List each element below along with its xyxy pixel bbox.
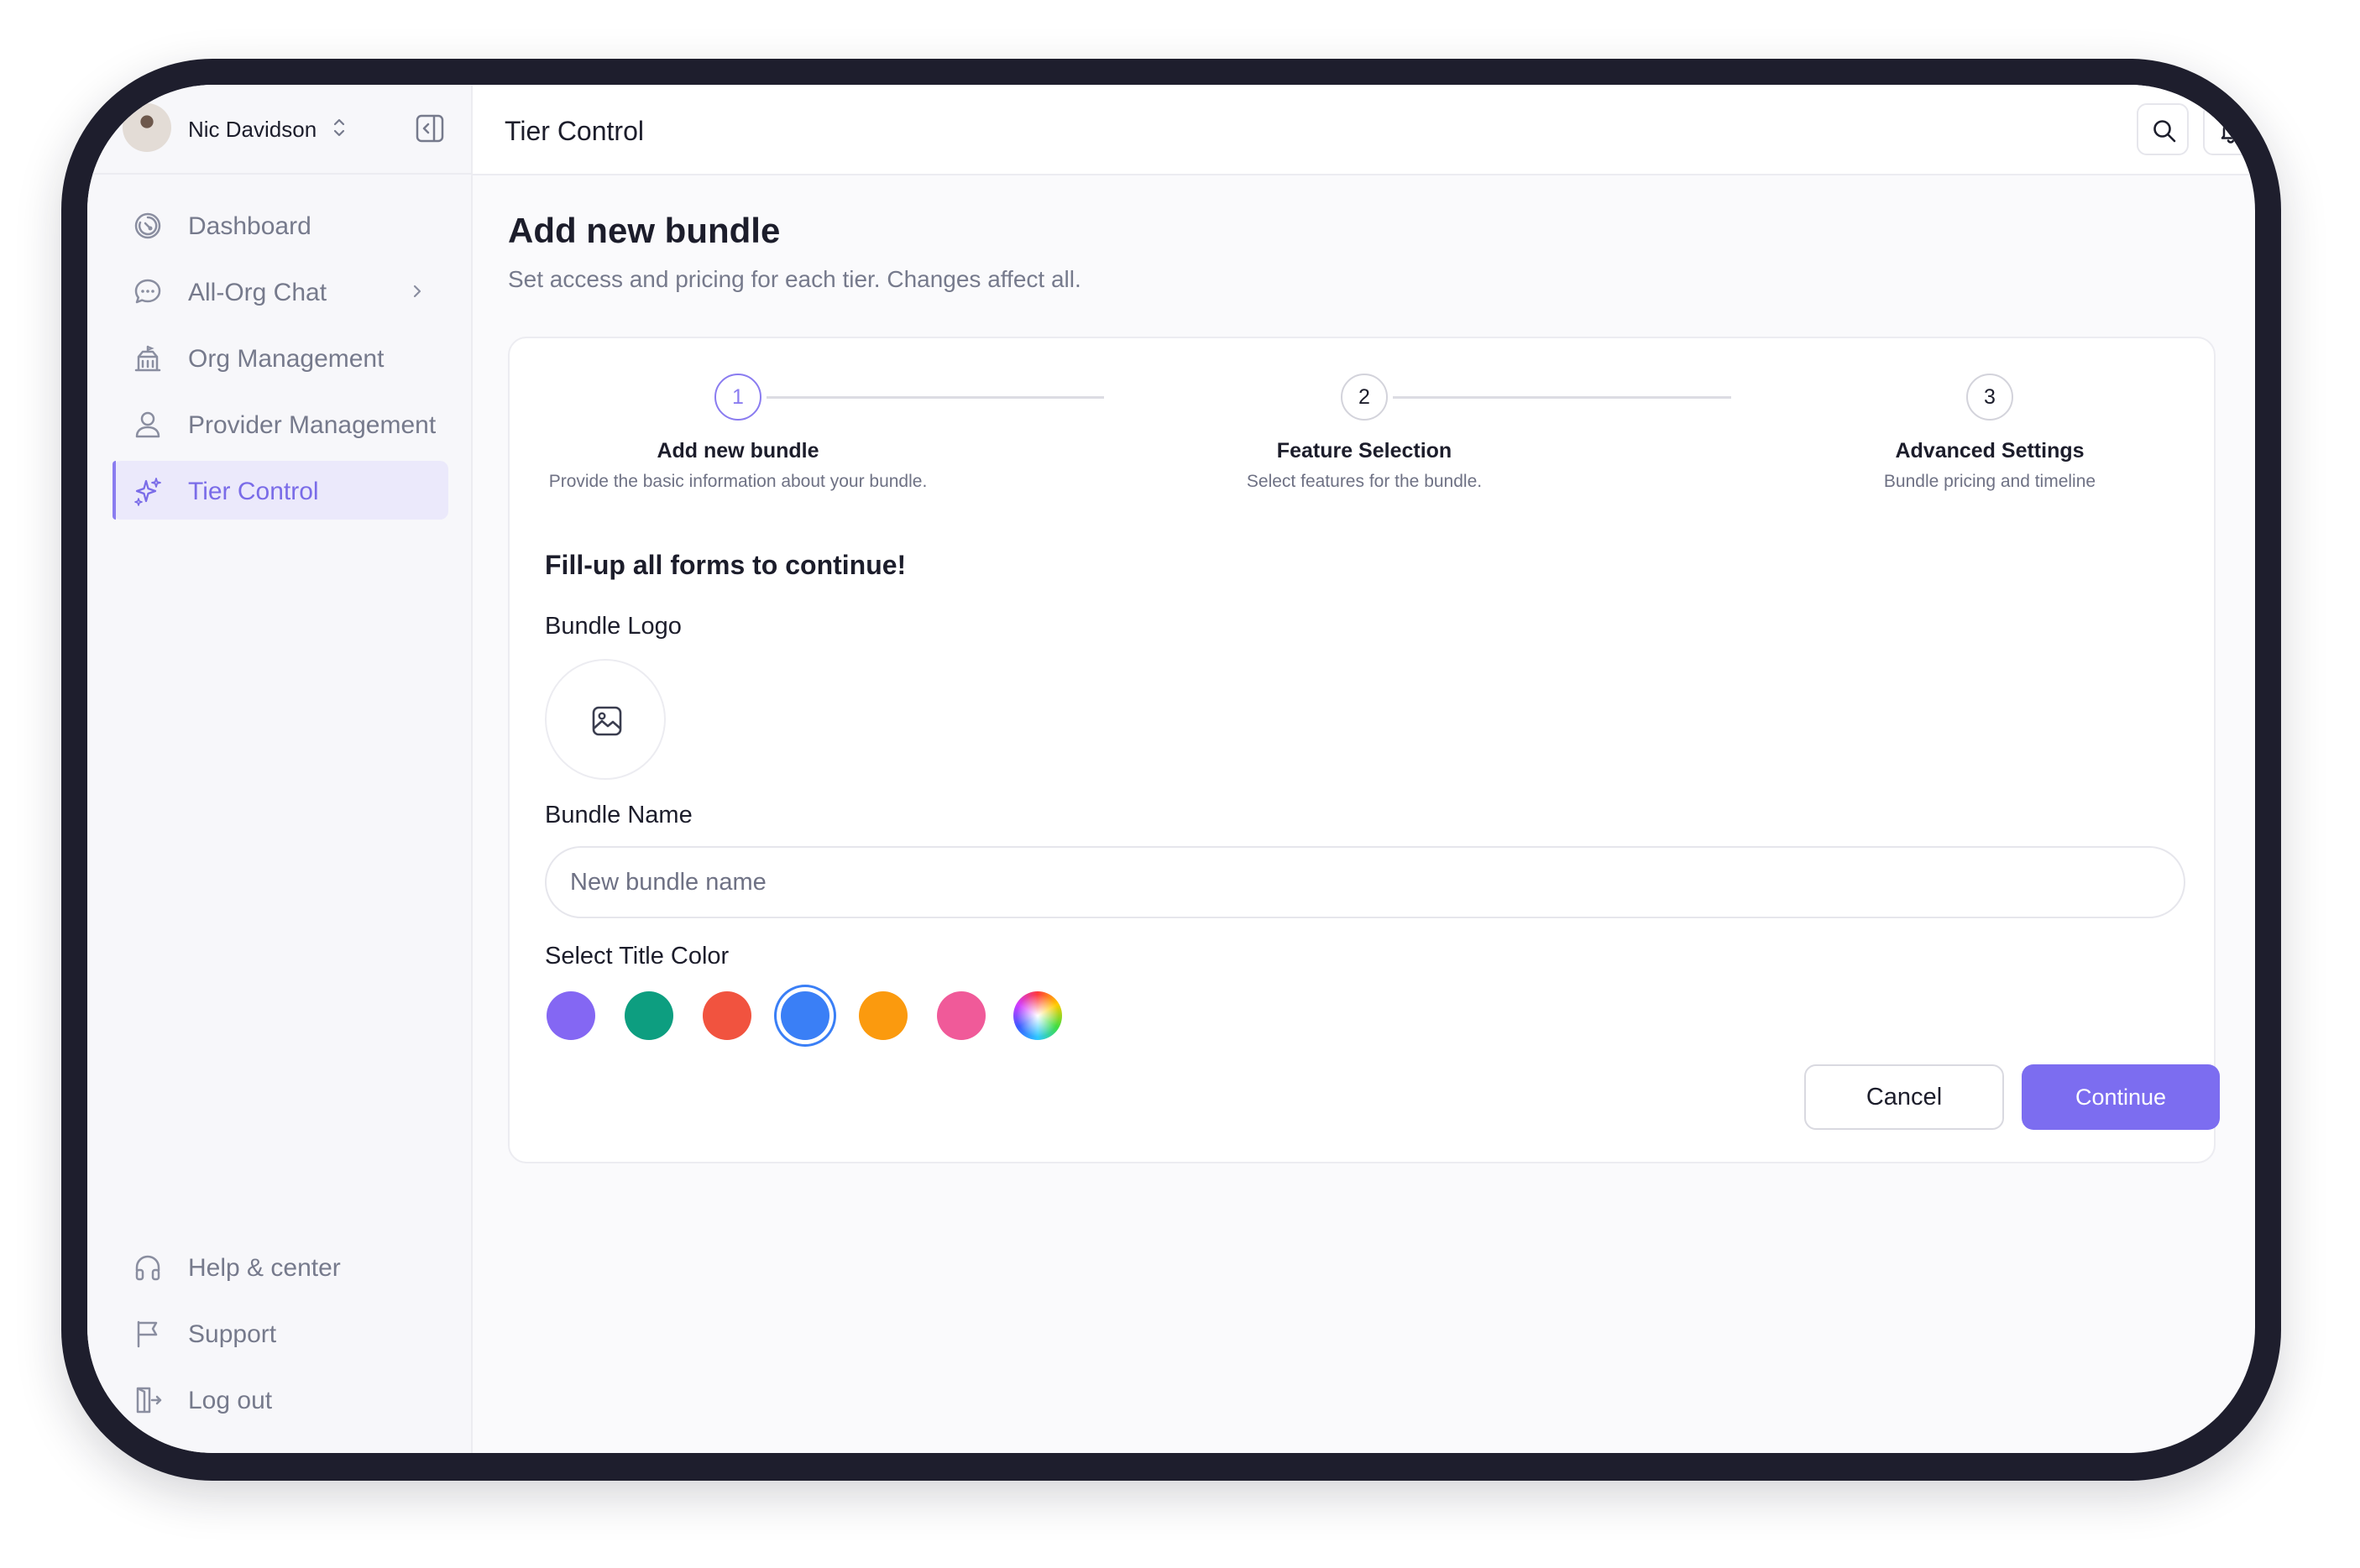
- color-picker-rainbow[interactable]: [1013, 991, 1062, 1040]
- step-1-indicator[interactable]: 1: [714, 374, 761, 421]
- building-icon: [133, 343, 163, 374]
- chevron-right-icon[interactable]: [411, 281, 423, 306]
- sidebar-nav: Dashboard All-Org Chat Org Management Pr…: [113, 196, 448, 527]
- continue-button[interactable]: Continue: [2022, 1064, 2220, 1130]
- step-1-text: Add new bundle Provide the basic informa…: [486, 439, 990, 492]
- search-icon: [2153, 120, 2176, 143]
- sidebar-item-label: Help & center: [188, 1254, 341, 1282]
- chevron-updown-icon[interactable]: [331, 115, 348, 144]
- content-title: Add new bundle: [508, 211, 781, 250]
- sidebar-item-label: Log out: [188, 1387, 273, 1414]
- title-color-label: Select Title Color: [545, 943, 730, 970]
- sidebar-item-support[interactable]: Support: [113, 1304, 448, 1362]
- image-upload-icon: [592, 706, 622, 736]
- bundle-name-label: Bundle Name: [545, 802, 693, 828]
- sidebar-item-label: Provider Management: [188, 411, 437, 439]
- step-2-indicator[interactable]: 2: [1341, 374, 1388, 421]
- step-3-indicator[interactable]: 3: [1966, 374, 2013, 421]
- bundle-logo-upload[interactable]: [545, 659, 666, 780]
- bundle-logo-label: Bundle Logo: [545, 613, 682, 640]
- color-swatch-red[interactable]: [703, 991, 751, 1040]
- sidebar-item-provider-management[interactable]: Provider Management: [113, 395, 448, 453]
- notifications-button[interactable]: [2203, 103, 2255, 155]
- sidebar-bottom-nav: Help & center Support Log out: [113, 1237, 448, 1436]
- sidebar-item-org-management[interactable]: Org Management: [113, 328, 448, 387]
- sidebar-item-help-center[interactable]: Help & center: [113, 1237, 448, 1296]
- sidebar: Nic Davidson Dashboard All-Org Chat Org …: [87, 85, 473, 1453]
- user-switcher[interactable]: Nic Davidson: [123, 103, 442, 157]
- dashboard-icon: [133, 211, 163, 241]
- top-bar: Tier Control: [473, 85, 2255, 175]
- step-description: Provide the basic information about your…: [548, 472, 928, 491]
- step-description: Bundle pricing and timeline: [1883, 472, 2096, 491]
- headphones-icon: [133, 1252, 163, 1283]
- sidebar-item-tier-control[interactable]: Tier Control: [113, 461, 448, 520]
- stepper-connector: [1393, 396, 1731, 399]
- step-description: Select features for the bundle.: [1246, 472, 1483, 491]
- sidebar-item-label: Org Management: [188, 345, 385, 373]
- search-button[interactable]: [2137, 103, 2189, 155]
- sidebar-item-label: Tier Control: [188, 478, 319, 505]
- step-2-text: Feature Selection Select features for th…: [1112, 439, 1616, 492]
- page-title: Tier Control: [505, 116, 644, 146]
- color-swatch-green[interactable]: [625, 991, 673, 1040]
- color-swatch-purple[interactable]: [547, 991, 595, 1040]
- bundle-form-card: 1 2 3 Add new bundle Provide the basic i…: [508, 337, 2220, 1163]
- color-swatch-blue[interactable]: [781, 991, 829, 1040]
- avatar[interactable]: [123, 103, 171, 152]
- stepper-connector: [767, 396, 1104, 399]
- step-title: Advanced Settings: [1895, 439, 2085, 463]
- user-name: Nic Davidson: [188, 117, 317, 142]
- sidebar-item-all-org-chat[interactable]: All-Org Chat: [113, 262, 448, 321]
- flag-icon: [133, 1319, 163, 1349]
- bell-icon: [2221, 118, 2241, 144]
- logout-icon: [133, 1385, 163, 1415]
- content-subtitle: Set access and pricing for each tier. Ch…: [508, 266, 1081, 292]
- user-icon: [133, 410, 163, 440]
- sidebar-item-dashboard[interactable]: Dashboard: [113, 196, 448, 254]
- color-swatch-pink[interactable]: [937, 991, 986, 1040]
- color-swatch-orange[interactable]: [859, 991, 908, 1040]
- sidebar-item-label: Dashboard: [188, 212, 311, 240]
- bundle-name-input[interactable]: [545, 846, 2185, 918]
- sparkles-icon: [133, 476, 163, 506]
- sidebar-divider: [87, 173, 471, 175]
- form-heading: Fill-up all forms to continue!: [545, 550, 907, 580]
- sidebar-item-label: Support: [188, 1320, 277, 1348]
- step-title: Add new bundle: [657, 439, 819, 463]
- cancel-button[interactable]: Cancel: [1804, 1064, 2004, 1130]
- step-title: Feature Selection: [1276, 439, 1452, 463]
- sidebar-item-label: All-Org Chat: [188, 279, 327, 306]
- chat-icon: [133, 277, 163, 307]
- step-3-text: Advanced Settings Bundle pricing and tim…: [1738, 439, 2242, 492]
- app-screen: Nic Davidson Dashboard All-Org Chat Org …: [87, 85, 2255, 1453]
- sidebar-collapse-icon[interactable]: [415, 113, 445, 148]
- sidebar-item-log-out[interactable]: Log out: [113, 1370, 448, 1429]
